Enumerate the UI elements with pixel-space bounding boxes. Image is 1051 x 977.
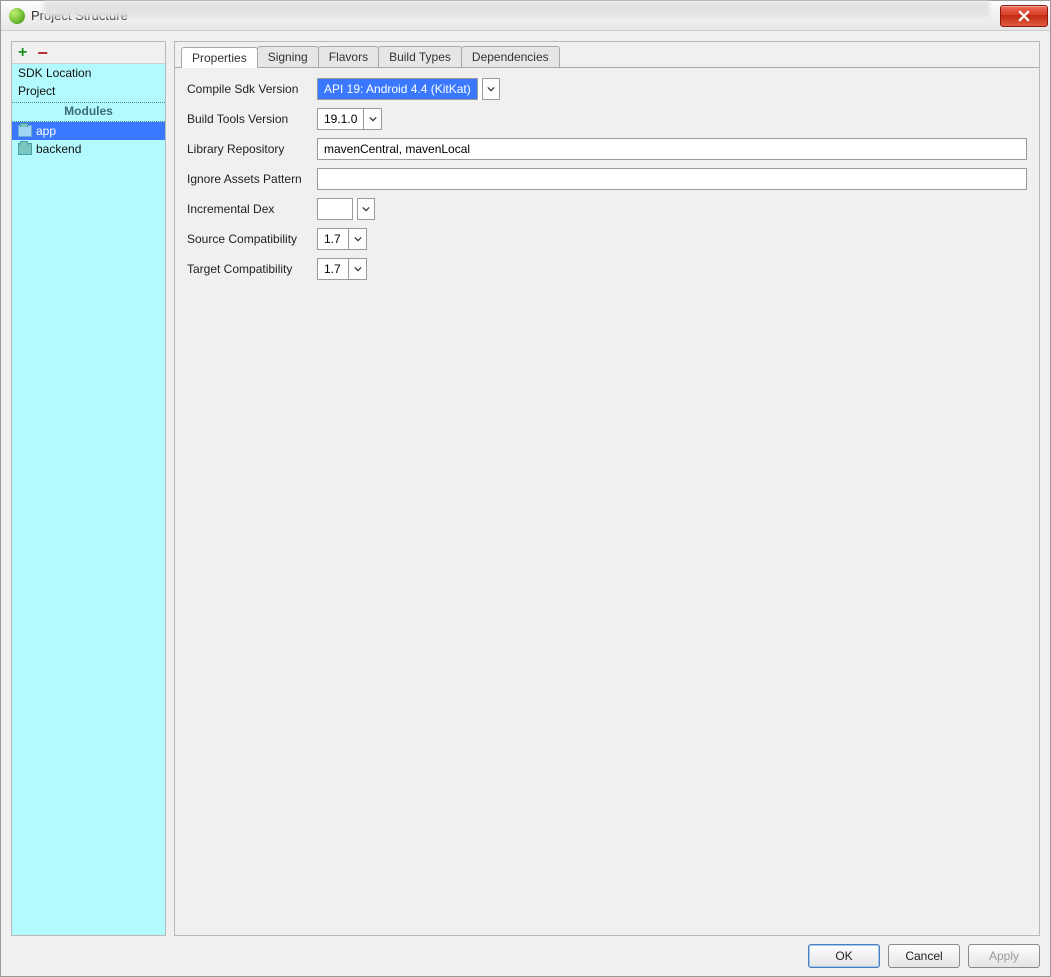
incremental-dex-value — [317, 198, 353, 220]
ignore-assets-input[interactable] — [317, 168, 1027, 190]
build-tools-label: Build Tools Version — [187, 112, 317, 126]
source-compat-label: Source Compatibility — [187, 232, 317, 246]
sidebar-item-label: Project — [18, 84, 55, 98]
library-repository-input[interactable] — [317, 138, 1027, 160]
compile-sdk-combo[interactable]: API 19: Android 4.4 (KitKat) — [317, 78, 500, 100]
sidebar-item-label: SDK Location — [18, 66, 91, 80]
compile-sdk-value: API 19: Android 4.4 (KitKat) — [317, 78, 478, 100]
module-settings-panel: Properties Signing Flavors Build Types D… — [174, 41, 1040, 936]
chevron-down-icon[interactable] — [363, 109, 381, 129]
sidebar-item-label: app — [36, 124, 56, 138]
ok-button[interactable]: OK — [808, 944, 880, 968]
source-compat-value: 1.7 — [318, 229, 348, 249]
dialog-footer: OK Cancel Apply — [11, 936, 1040, 968]
sidebar-toolbar: + − — [12, 42, 165, 64]
tab-bar: Properties Signing Flavors Build Types D… — [175, 42, 1039, 67]
cancel-button[interactable]: Cancel — [888, 944, 960, 968]
sidebar-module-app[interactable]: app — [12, 122, 165, 140]
tab-signing[interactable]: Signing — [257, 46, 319, 67]
target-compat-combo[interactable]: 1.7 — [317, 258, 367, 280]
window-title: Project Structure — [31, 8, 128, 23]
tab-properties[interactable]: Properties — [181, 47, 258, 68]
tab-flavors[interactable]: Flavors — [318, 46, 379, 67]
sidebar-item-label: backend — [36, 142, 81, 156]
chevron-down-icon[interactable] — [482, 78, 500, 100]
sidebar-item-project[interactable]: Project — [12, 82, 165, 100]
tab-build-types[interactable]: Build Types — [378, 46, 462, 67]
folder-icon — [18, 125, 32, 137]
properties-tab-body: Compile Sdk Version API 19: Android 4.4 … — [175, 67, 1039, 935]
folder-icon — [18, 143, 32, 155]
sidebar: + − SDK Location Project Modules app — [11, 41, 166, 936]
dialog-content: + − SDK Location Project Modules app — [1, 31, 1050, 976]
close-icon — [1018, 10, 1030, 22]
background-window-title — [43, 1, 990, 17]
titlebar[interactable]: Project Structure — [1, 1, 1050, 31]
library-repository-label: Library Repository — [187, 142, 317, 156]
target-compat-label: Target Compatibility — [187, 262, 317, 276]
sidebar-item-sdk-location[interactable]: SDK Location — [12, 64, 165, 82]
close-button[interactable] — [1000, 5, 1048, 27]
app-icon — [9, 8, 25, 24]
sidebar-list: SDK Location Project Modules app backend — [12, 64, 165, 935]
remove-module-icon[interactable]: − — [37, 44, 48, 62]
chevron-down-icon[interactable] — [348, 229, 366, 249]
chevron-down-icon[interactable] — [357, 198, 375, 220]
incremental-dex-label: Incremental Dex — [187, 202, 317, 216]
target-compat-value: 1.7 — [318, 259, 348, 279]
incremental-dex-combo[interactable] — [317, 198, 375, 220]
chevron-down-icon[interactable] — [348, 259, 366, 279]
build-tools-value: 19.1.0 — [318, 109, 363, 129]
add-module-icon[interactable]: + — [18, 45, 27, 61]
build-tools-combo[interactable]: 19.1.0 — [317, 108, 382, 130]
apply-button[interactable]: Apply — [968, 944, 1040, 968]
project-structure-dialog: Project Structure + − SDK Location Proje… — [0, 0, 1051, 977]
tab-dependencies[interactable]: Dependencies — [461, 46, 560, 67]
ignore-assets-label: Ignore Assets Pattern — [187, 172, 317, 186]
sidebar-module-backend[interactable]: backend — [12, 140, 165, 158]
compile-sdk-label: Compile Sdk Version — [187, 82, 317, 96]
source-compat-combo[interactable]: 1.7 — [317, 228, 367, 250]
modules-section-header: Modules — [12, 103, 165, 119]
